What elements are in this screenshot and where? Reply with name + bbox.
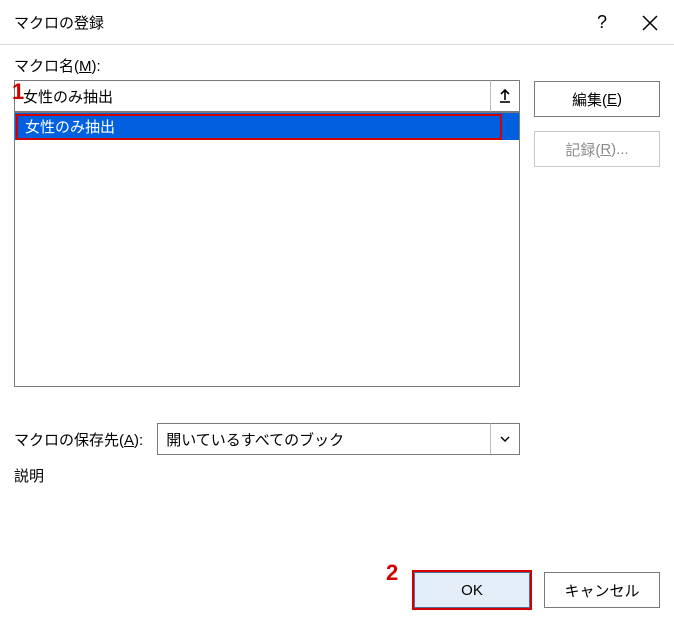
chevron-down-icon xyxy=(499,433,511,445)
location-label: マクロの保存先(A): xyxy=(14,429,143,450)
cancel-button[interactable]: キャンセル xyxy=(544,572,660,608)
list-item[interactable]: 女性のみ抽出 xyxy=(15,113,519,140)
help-button[interactable]: ? xyxy=(578,12,626,33)
dialog-title: マクロの登録 xyxy=(14,12,578,33)
collapse-ref-icon xyxy=(497,88,513,104)
annotation-2: 2 xyxy=(386,560,398,586)
location-select-value: 開いているすべてのブック xyxy=(157,423,490,455)
close-icon xyxy=(642,15,658,31)
dialog-footer: 2 OK キャンセル xyxy=(414,572,660,608)
titlebar: マクロの登録 ? xyxy=(0,0,674,44)
macro-name-input[interactable] xyxy=(14,80,490,112)
macro-name-label: マクロ名(M): xyxy=(14,55,520,76)
annotation-1: 1 xyxy=(12,79,24,105)
ok-button[interactable]: OK xyxy=(414,572,530,608)
location-select[interactable]: 開いているすべてのブック xyxy=(157,423,520,455)
description-label: 説明 xyxy=(14,465,520,486)
macro-listbox[interactable]: 女性のみ抽出 xyxy=(14,112,520,387)
edit-button[interactable]: 編集(E) xyxy=(534,81,660,117)
record-button[interactable]: 記録(R)... xyxy=(534,131,660,167)
collapse-ref-button[interactable] xyxy=(490,80,520,112)
location-select-chevron[interactable] xyxy=(490,423,520,455)
close-button[interactable] xyxy=(626,13,674,30)
